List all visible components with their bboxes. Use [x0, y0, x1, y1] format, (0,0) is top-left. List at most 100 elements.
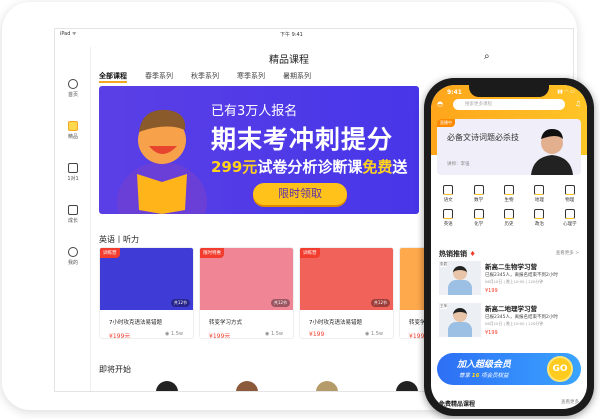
sidebar-item-me[interactable]: 我的 [55, 247, 91, 266]
phone-screen: 9:41 ▮▮ ◠ ▭ ◓ 搜索更多课程 ♫ 直播中 必备文诗词题必杀技 讲师：… [431, 85, 587, 409]
subject-icon [503, 185, 514, 195]
search-icon[interactable]: ⌕ [484, 51, 490, 62]
banner-sub-text: 试卷分析诊断课 [257, 158, 363, 176]
teacher-badge: 王萍 [440, 304, 447, 309]
subject-item[interactable]: 数学 [463, 185, 493, 203]
course-cover: 训练营共12节 [100, 248, 193, 310]
teacher-photo [531, 129, 573, 175]
sidebar-item-home[interactable]: 首页 [55, 79, 91, 98]
teacher-avatar[interactable] [236, 381, 258, 391]
fire-icon: ♦ [469, 250, 476, 258]
subject-item[interactable]: 地理 [524, 185, 554, 203]
lesson-count: 共12节 [170, 299, 190, 307]
sidebar-label: 1对1 [67, 176, 79, 182]
one-on-one-icon [68, 163, 78, 173]
hot-course-item[interactable]: 张君 新高二生物学习营 已报2345人，离报名结束不到2小时 06月10日 | … [439, 261, 581, 297]
headset-icon[interactable]: ◓ [437, 100, 443, 108]
teacher-photo: 张君 [439, 261, 481, 295]
course-tag: 训练营 [300, 248, 320, 258]
banner-free: 免费 [362, 158, 393, 176]
tab-summer[interactable]: 暑期系列 [283, 71, 311, 83]
subject-icon [534, 209, 545, 219]
hot-course-title: 新高二地理学习营 [485, 305, 537, 313]
vip-sub-num: 16 [471, 373, 480, 379]
signal-wifi-battery-icon: ▮▮ ◠ ▭ [557, 89, 575, 95]
teacher-avatar[interactable] [156, 381, 178, 391]
teacher-avatar[interactable] [316, 381, 338, 391]
promo-banner[interactable]: 已有3万人报名 期末考冲刺提分 299元试卷分析诊断课免费送 限时领取 [99, 86, 419, 214]
tab-spring[interactable]: 春季系列 [145, 71, 173, 83]
layers-icon [68, 205, 78, 215]
course-card[interactable]: 训练营 共12节 7小时攻克语法易错题 ¥199 ◉ 1.5w [299, 247, 394, 339]
subject-item[interactable]: 物理 [555, 185, 585, 203]
tab-autumn[interactable]: 秋季系列 [191, 71, 219, 83]
view-count: ◉ 1.5w [265, 331, 283, 337]
hot-title-text: 热销推销 [439, 250, 467, 258]
course-tag: 限时特惠 [200, 248, 224, 258]
banner-sub-end: 送 [392, 158, 408, 176]
banner-headline: 期末考冲刺提分 [211, 125, 394, 154]
course-cover: 限时特惠 共12节 [200, 248, 293, 310]
sidebar-label: 首页 [67, 92, 78, 98]
view-count: ◉ 1.5w [365, 331, 383, 337]
hot-course-date: 06月10日 | 晚上10:00 | 120分钟 [485, 321, 544, 326]
course-card[interactable]: 限时特惠 共12节 转变学习方式 ¥199元 ◉ 1.5w [199, 247, 294, 339]
sidebar-item-one-on-one[interactable]: 1对1 [55, 163, 91, 182]
course-price: ¥199元 [109, 333, 131, 339]
subject-item[interactable]: 英语 [433, 209, 463, 227]
carrier: iPad ᯤ [60, 31, 77, 37]
teacher-avatar[interactable] [396, 381, 418, 391]
live-course-banner[interactable]: 直播中 必备文诗词题必杀技 讲师：李强 [437, 119, 581, 175]
sidebar-label: 我的 [67, 260, 78, 266]
course-card[interactable]: 训练营 共12节 7小时攻克语法易错题 ¥199元 ◉ 1.5w [99, 247, 194, 339]
hot-course-date: 06月10日 | 晚上10:00 | 120分钟 [485, 279, 544, 284]
free-course-title: 免费精品课程 [439, 401, 476, 408]
sidebar-label: 精品 [67, 134, 78, 140]
home-icon [68, 79, 78, 89]
claim-button[interactable]: 限时领取 [253, 183, 347, 205]
course-price: ¥199元 [209, 333, 231, 339]
course-title: 7小时攻克语法易错题 [309, 320, 362, 326]
teacher-badge: 张君 [440, 262, 447, 267]
subject-item[interactable]: 生物 [494, 185, 524, 203]
hot-course-subtitle: 已报2345人，离报名结束不到2小时 [485, 273, 558, 278]
course-tag: 训练营 [100, 248, 120, 258]
subject-item[interactable]: 化学 [463, 209, 493, 227]
subject-label: 数学 [474, 198, 484, 203]
tabs: 全部课程 春季系列 秋季系列 寒季系列 暑期系列 [99, 71, 311, 83]
hot-course-price: ¥199 [485, 330, 498, 336]
views-text: 1.5w [270, 331, 283, 337]
subject-icon [443, 185, 454, 195]
tab-winter[interactable]: 寒季系列 [237, 71, 265, 83]
hot-course-price: ¥199 [485, 288, 498, 294]
hot-course-title: 新高二生物学习营 [485, 263, 537, 271]
subject-icon [564, 185, 575, 195]
phone-notch [469, 85, 549, 97]
subject-item[interactable]: 心理学 [555, 209, 585, 227]
sidebar-item-growth[interactable]: 成长 [55, 205, 91, 224]
vip-banner[interactable]: 加入超级会员 尊享 16 项会员权益 GO [437, 353, 581, 385]
subject-icon [473, 185, 484, 195]
course-price: ¥199 [309, 331, 325, 338]
go-coin-button[interactable]: GO [547, 356, 573, 382]
sidebar-item-premium[interactable]: 精品 [55, 121, 91, 140]
subject-item[interactable]: 历史 [494, 209, 524, 227]
subject-label: 生物 [504, 198, 514, 203]
phone-search-input[interactable]: 搜索更多课程 [453, 99, 565, 110]
banner-price: 299元 [211, 158, 258, 176]
subject-item[interactable]: 政治 [524, 209, 554, 227]
see-more-link[interactable]: 查看更多 > [556, 250, 579, 256]
subject-icon [534, 185, 545, 195]
course-cover: 训练营 共12节 [300, 248, 393, 310]
section-title-upcoming: 即将开始 [99, 365, 131, 374]
teacher-photo: 王萍 [439, 303, 481, 337]
hot-course-item[interactable]: 王萍 新高二地理学习营 已报2345人，离报名结束不到2小时 06月10日 | … [439, 303, 581, 339]
tab-all[interactable]: 全部课程 [99, 71, 127, 83]
bell-icon[interactable]: ♫ [575, 100, 581, 108]
banner-subline: 299元试卷分析诊断课免费送 [211, 156, 407, 177]
live-course-teacher: 讲师：李强 [447, 162, 470, 167]
views-text: 1.5w [170, 331, 183, 337]
subject-item[interactable]: 语文 [433, 185, 463, 203]
subject-label: 历史 [504, 222, 514, 227]
see-more-link[interactable]: 查看更多 [561, 399, 579, 405]
